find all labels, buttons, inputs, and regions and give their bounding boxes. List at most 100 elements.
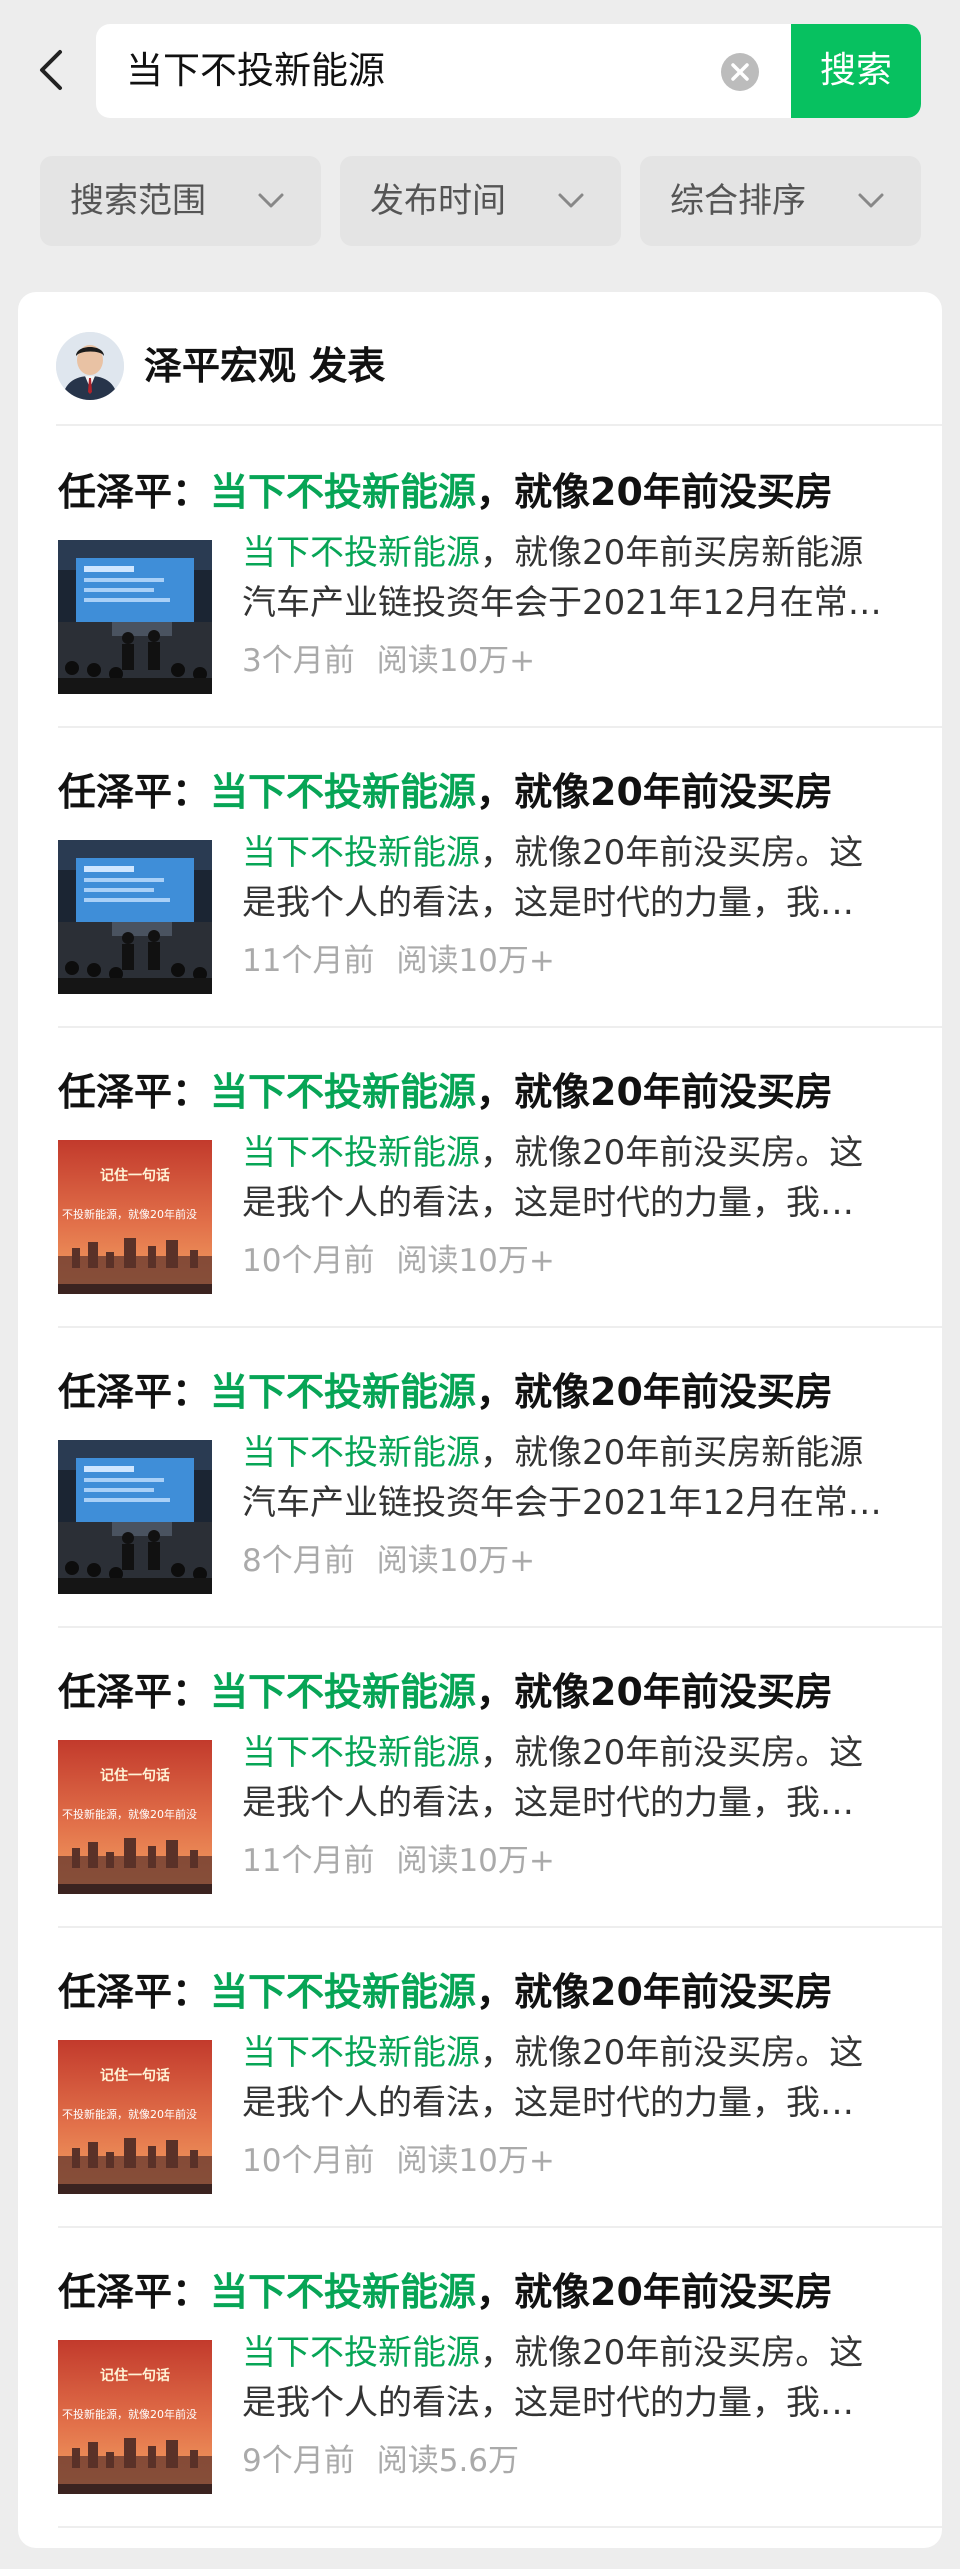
title-highlight: 当下不投新能源 (210, 770, 477, 814)
svg-text:记住一句话: 记住一句话 (100, 1167, 170, 1184)
title-suffix: ，就像20年前没买房 (476, 1670, 833, 1714)
chevron-down-icon (555, 186, 587, 216)
result-thumbnail (58, 840, 212, 994)
result-thumbnail: 记住一句话不投新能源，就像20年前没 (58, 2040, 212, 2194)
snippet-line1: ，就像20年前买房新能源 (480, 533, 864, 573)
title-prefix: 任泽平： (58, 470, 211, 514)
result-item[interactable]: 任泽平：当下不投新能源，就像20年前没买房 当下不投新能源，就像20年前买房新能源… (18, 1328, 942, 1628)
read-count: 阅读10万+ (396, 2143, 555, 2179)
filter-search-scope[interactable]: 搜索范围 (40, 156, 321, 246)
author-name: 泽平宏观 发表 (144, 344, 386, 388)
title-highlight: 当下不投新能源 (210, 470, 477, 514)
filter-label: 综合排序 (670, 181, 806, 221)
result-title: 任泽平：当下不投新能源，就像20年前没买房 (58, 464, 833, 520)
result-snippet: 当下不投新能源，就像20年前没买房。这 是我个人的看法，这是时代的力量，我… (242, 2328, 902, 2428)
svg-text:不投新能源，就像20年前没: 不投新能源，就像20年前没 (62, 2107, 197, 2121)
snippet-line2: 是我个人的看法，这是时代的力量，我… (242, 2383, 854, 2423)
title-prefix: 任泽平： (58, 1970, 211, 2014)
snippet-line2: 是我个人的看法，这是时代的力量，我… (242, 1783, 854, 1823)
result-snippet: 当下不投新能源，就像20年前没买房。这 是我个人的看法，这是时代的力量，我… (242, 1728, 902, 1828)
title-prefix: 任泽平： (58, 1070, 211, 1114)
result-thumbnail: 记住一句话 不投新能源，就像20年前没 (58, 2340, 212, 2494)
result-thumbnail (58, 540, 212, 694)
snippet-line2: 是我个人的看法，这是时代的力量，我… (242, 1183, 854, 1223)
snippet-line1: ，就像20年前没买房。这 (480, 1733, 864, 1773)
publish-time: 8个月前 (242, 1543, 355, 1579)
title-suffix: ，就像20年前没买房 (476, 770, 833, 814)
back-arrow-icon[interactable] (28, 40, 72, 100)
author-header[interactable]: 泽平宏观 发表 (18, 292, 942, 424)
result-item[interactable]: 任泽平：当下不投新能源，就像20年前没买房 当下不投新能源，就像20年前没买房。这… (18, 728, 942, 1028)
result-meta: 11个月前 阅读10万+ (242, 936, 555, 986)
snippet-line1: ，就像20年前没买房。这 (480, 1133, 864, 1173)
read-count: 阅读10万+ (376, 1543, 536, 1579)
result-meta: 10个月前 阅读10万+ (242, 2136, 555, 2186)
filter-publish-time[interactable]: 发布时间 (340, 156, 621, 246)
snippet-highlight: 当下不投新能源 (242, 833, 480, 873)
snippet-highlight: 当下不投新能源 (242, 533, 480, 573)
result-snippet: 当下不投新能源，就像20年前没买房。这 是我个人的看法，这是时代的力量，我… (242, 1128, 902, 1228)
search-button[interactable]: 搜索 (791, 24, 921, 118)
read-count: 阅读10万+ (396, 1843, 555, 1879)
title-highlight: 当下不投新能源 (210, 1370, 477, 1414)
result-item[interactable]: 任泽平：当下不投新能源，就像20年前没买房 当下不投新能源，就像20年前买房新能源… (18, 428, 942, 728)
publish-time: 10个月前 (242, 2143, 375, 2179)
result-title: 任泽平：当下不投新能源，就像20年前没买房 (58, 1664, 833, 1720)
result-title: 任泽平：当下不投新能源，就像20年前没买房 (58, 1364, 833, 1420)
result-meta: 9个月前 阅读5.6万 (242, 2436, 519, 2486)
title-highlight: 当下不投新能源 (210, 1070, 477, 1114)
svg-text:不投新能源，就像20年前没: 不投新能源，就像20年前没 (62, 1807, 197, 1821)
result-meta: 10个月前 阅读10万+ (242, 1236, 555, 1286)
search-header: 当下不投新能源 搜索 搜索范围 发布时间 综合排序 (0, 0, 960, 272)
snippet-line2: 是我个人的看法，这是时代的力量，我… (242, 2083, 854, 2123)
read-count: 阅读10万+ (396, 943, 555, 979)
svg-text:不投新能源，就像20年前没: 不投新能源，就像20年前没 (62, 1207, 197, 1221)
title-prefix: 任泽平： (58, 770, 211, 814)
svg-text:记住一句话: 记住一句话 (100, 2067, 170, 2084)
snippet-line2: 汽车产业链投资年会于2021年12月在常… (242, 1483, 882, 1523)
result-snippet: 当下不投新能源，就像20年前买房新能源汽车产业链投资年会于2021年12月在常… (242, 528, 902, 628)
snippet-line1: ，就像20年前没买房。这 (480, 833, 864, 873)
divider (58, 2526, 942, 2528)
search-box[interactable]: 当下不投新能源 搜索 (96, 24, 921, 118)
publish-time: 11个月前 (242, 1843, 375, 1879)
result-item[interactable]: 任泽平：当下不投新能源，就像20年前没买房 记住一句话 不投新能源，就像20年前没当… (18, 1928, 942, 2228)
title-suffix: ，就像20年前没买房 (476, 1070, 833, 1114)
snippet-line1: ，就像20年前没买房。这 (480, 2033, 864, 2073)
clear-icon[interactable] (721, 53, 759, 91)
publish-time: 9个月前 (242, 2443, 355, 2479)
result-title: 任泽平：当下不投新能源，就像20年前没买房 (58, 2264, 833, 2320)
title-suffix: ，就像20年前没买房 (476, 2270, 833, 2314)
search-input[interactable]: 当下不投新能源 (126, 24, 385, 118)
avatar (56, 332, 124, 400)
filter-label: 搜索范围 (70, 181, 206, 221)
result-thumbnail: 记住一句话不投新能源，就像20年前没 (58, 1740, 212, 1894)
publish-time: 3个月前 (242, 643, 355, 679)
filter-sort-order[interactable]: 综合排序 (640, 156, 921, 246)
title-highlight: 当下不投新能源 (210, 2270, 477, 2314)
result-title: 任泽平：当下不投新能源，就像20年前没买房 (58, 1964, 833, 2020)
divider (56, 424, 942, 426)
snippet-line2: 汽车产业链投资年会于2021年12月在常… (242, 583, 882, 623)
snippet-highlight: 当下不投新能源 (242, 2033, 480, 2073)
snippet-highlight: 当下不投新能源 (242, 2333, 480, 2373)
chevron-down-icon (255, 186, 287, 216)
result-item[interactable]: 任泽平：当下不投新能源，就像20年前没买房 记住一句话 不投新能源，就像20年前没当… (18, 1028, 942, 1328)
result-snippet: 当下不投新能源，就像20年前没买房。这是我个人的看法，这是时代的力量，我… (242, 2028, 902, 2128)
result-snippet: 当下不投新能源，就像20年前没买房。这 是我个人的看法，这是时代的力量，我… (242, 828, 902, 928)
result-item[interactable]: 任泽平：当下不投新能源，就像20年前没买房 记住一句话 不投新能源，就像20年前没当… (18, 2228, 942, 2528)
filter-label: 发布时间 (370, 181, 506, 221)
title-highlight: 当下不投新能源 (210, 1970, 477, 2014)
snippet-line1: ，就像20年前买房新能源 (480, 1433, 864, 1473)
result-thumbnail (58, 1440, 212, 1594)
svg-text:记住一句话: 记住一句话 (100, 1767, 170, 1784)
read-count: 阅读5.6万 (376, 2443, 520, 2479)
chevron-down-icon (855, 186, 887, 216)
result-snippet: 当下不投新能源，就像20年前买房新能源 汽车产业链投资年会于2021年12月在常… (242, 1428, 902, 1528)
result-item[interactable]: 任泽平：当下不投新能源，就像20年前没买房记住一句话不投新能源，就像20年前没 当… (18, 1628, 942, 1928)
result-thumbnail: 记住一句话不投新能源，就像20年前没 (58, 1140, 212, 1294)
read-count: 阅读10万+ (396, 1243, 555, 1279)
title-suffix: ，就像20年前没买房 (476, 1370, 833, 1414)
result-meta: 11个月前 阅读10万+ (242, 1836, 555, 1886)
title-highlight: 当下不投新能源 (210, 1670, 477, 1714)
